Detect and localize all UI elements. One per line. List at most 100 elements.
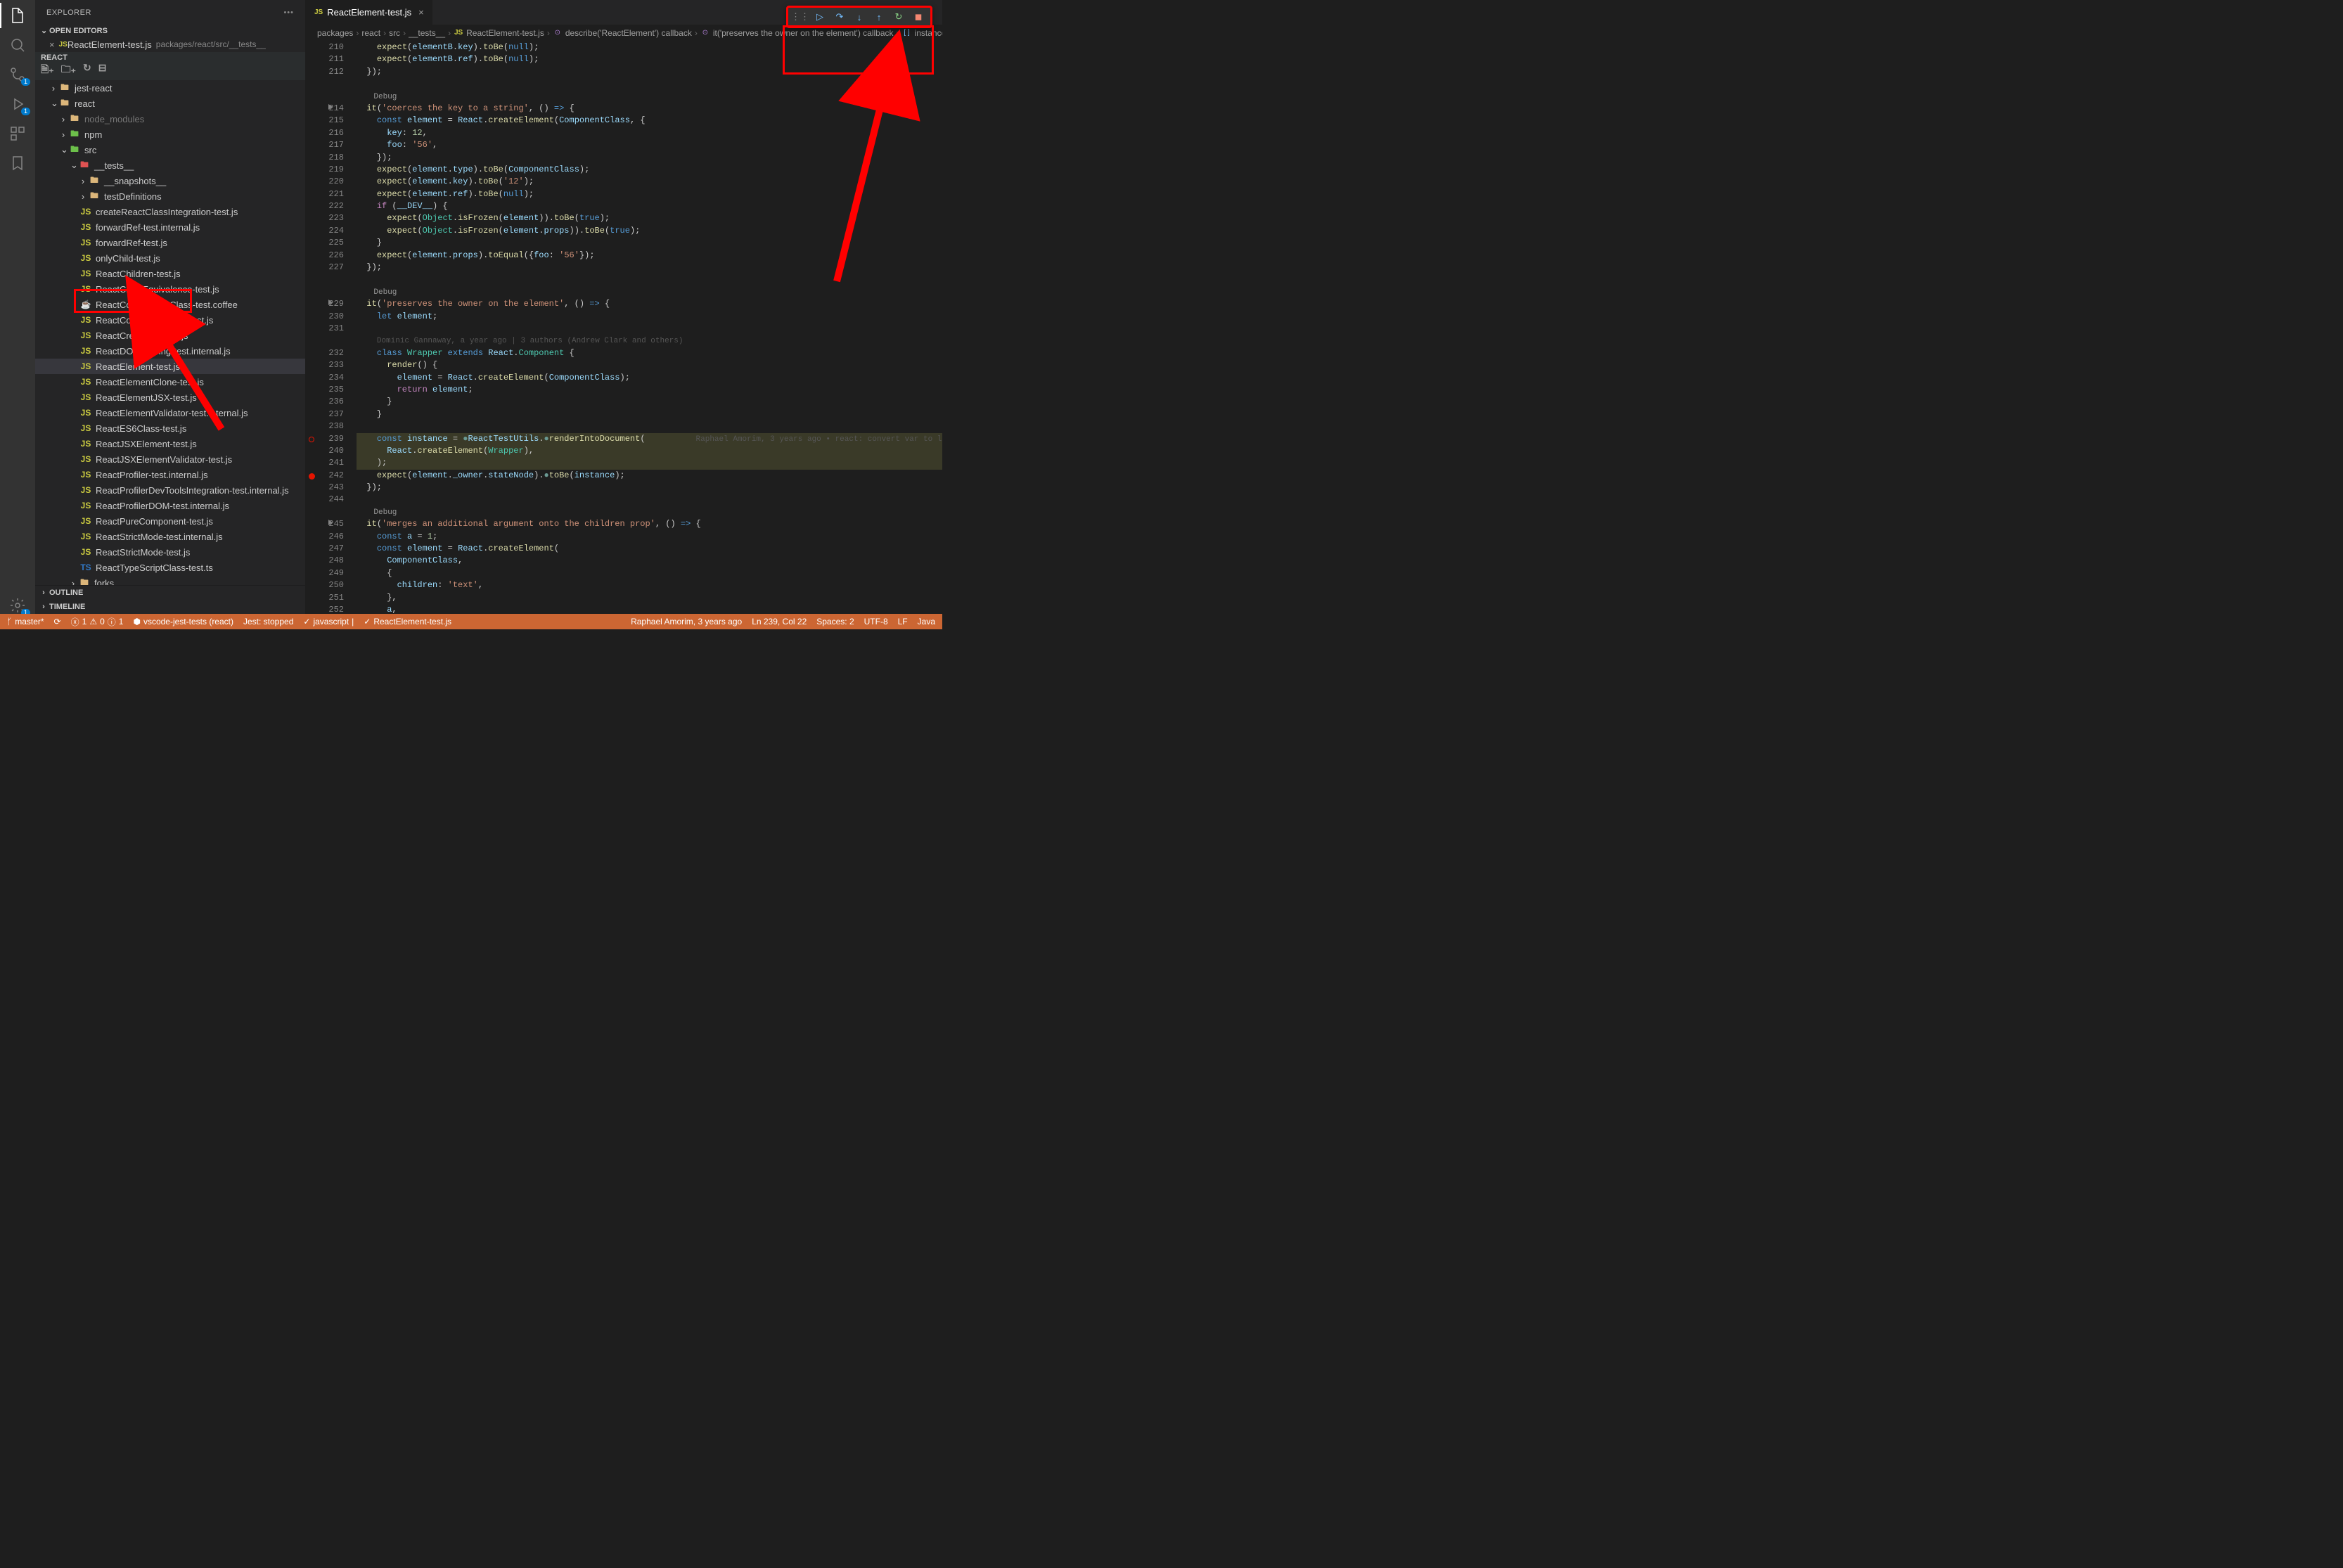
settings-gear-icon[interactable]: 1 (9, 597, 26, 614)
code-line[interactable] (357, 323, 942, 335)
code-line[interactable]: ); (357, 457, 942, 469)
cursor-position[interactable]: Ln 239, Col 22 (752, 617, 807, 626)
folder-row[interactable]: ⌄🖿src (35, 142, 305, 158)
file-row[interactable]: ☕ReactCoffeeScriptClass-test.coffee (35, 297, 305, 312)
more-icon[interactable]: ••• (283, 8, 294, 17)
file-row[interactable]: JSReactElementClone-test.js (35, 374, 305, 390)
code-line[interactable]: Debug (357, 286, 942, 298)
breadcrumb-item[interactable]: packages (317, 28, 353, 38)
code-line[interactable]: if (__DEV__) { (357, 200, 942, 212)
open-editors-header[interactable]: ⌄OPEN EDITORS (35, 25, 305, 37)
code-line[interactable]: }); (357, 66, 942, 78)
file-row[interactable]: JSReactProfiler-test.internal.js (35, 467, 305, 482)
debug-toolbar[interactable]: ⋮⋮ ▷ ↷ ↓ ↑ ↻ ◼ (786, 6, 932, 28)
code-line[interactable]: key: 12, (357, 127, 942, 139)
file-row[interactable]: JSReactProfilerDOM-test.internal.js (35, 498, 305, 513)
file-row[interactable]: JSReactElementValidator-test.internal.js (35, 405, 305, 420)
indent-status[interactable]: Spaces: 2 (816, 617, 854, 626)
scm-icon[interactable]: 1 (9, 66, 26, 83)
code-line[interactable]: } (357, 237, 942, 249)
breadcrumb-item[interactable]: [ ]instance (902, 28, 942, 38)
branch-indicator[interactable]: ᚶ master* (7, 617, 44, 626)
step-over-icon[interactable]: ↷ (833, 11, 846, 23)
file-row[interactable]: JSReactJSXElementValidator-test.js (35, 451, 305, 467)
collapse-icon[interactable]: ⊟ (98, 62, 107, 79)
code-line[interactable]: } (357, 396, 942, 408)
code-line[interactable]: return element; (357, 384, 942, 396)
file-row[interactable]: JSReactES6Class-test.js (35, 420, 305, 436)
lang-check[interactable]: ✓ javascript | (303, 617, 354, 626)
breakpoint-icon[interactable] (309, 473, 315, 480)
problems-indicator[interactable]: ⓧ 1 ⚠ 0 ⓘ 1 (71, 616, 124, 628)
breadcrumb-item[interactable]: ⊙describe('ReactElement') callback (553, 28, 692, 38)
code-line[interactable]: a, (357, 604, 942, 614)
run-test-icon[interactable] (328, 520, 333, 525)
search-icon[interactable] (9, 37, 26, 53)
file-row[interactable]: JScreateReactClassIntegration-test.js (35, 204, 305, 219)
folder-row[interactable]: ›🖿forks (35, 575, 305, 585)
sync-icon[interactable]: ⟳ (54, 617, 61, 626)
explorer-icon[interactable] (9, 7, 26, 24)
code-line[interactable]: render() { (357, 359, 942, 371)
code-line[interactable]: expect(elementB.key).toBe(null); (357, 41, 942, 53)
tab-active[interactable]: JS ReactElement-test.js × (306, 0, 433, 25)
code-line[interactable]: expect(element.ref).toBe(null); (357, 188, 942, 200)
code-line[interactable]: }); (357, 482, 942, 494)
restart-icon[interactable]: ↻ (892, 11, 905, 23)
file-row[interactable]: JSforwardRef-test.internal.js (35, 219, 305, 235)
code-line[interactable] (357, 78, 942, 90)
code-line[interactable] (357, 420, 942, 432)
code-line[interactable]: it('preserves the owner on the element',… (357, 298, 942, 310)
code-line[interactable]: expect(element._owner.stateNode).●toBe(i… (357, 470, 942, 482)
code-line[interactable]: Debug (357, 506, 942, 518)
timeline-header[interactable]: ›TIMELINE (35, 600, 305, 614)
file-row[interactable]: JSReactPureComponent-test.js (35, 513, 305, 529)
stop-icon[interactable]: ◼ (912, 11, 925, 23)
folder-row[interactable]: ›🖿npm (35, 127, 305, 142)
code-line[interactable]: { (357, 567, 942, 579)
code-content[interactable]: expect(elementB.key).toBe(null); expect(… (357, 41, 942, 614)
breadcrumb-item[interactable]: react (361, 28, 380, 38)
encoding-status[interactable]: UTF-8 (864, 617, 888, 626)
folder-row[interactable]: ›🖿__snapshots__ (35, 173, 305, 188)
file-row[interactable]: JSReactElementJSX-test.js (35, 390, 305, 405)
file-row[interactable]: JSReactChildren-test.js (35, 266, 305, 281)
breakpoint-unverified-icon[interactable] (309, 437, 314, 442)
code-line[interactable]: foo: '56', (357, 139, 942, 151)
code-line[interactable]: } (357, 409, 942, 420)
code-line[interactable]: ComponentClass, (357, 555, 942, 567)
file-row[interactable]: JSReactProfilerDevToolsIntegration-test.… (35, 482, 305, 498)
breadcrumb-item[interactable]: ⊙it('preserves the owner on the element'… (700, 28, 894, 38)
folder-row[interactable]: ⌄🖿react (35, 96, 305, 111)
open-editor-item[interactable]: × JS ReactElement-test.js packages/react… (35, 37, 305, 52)
file-row[interactable]: JSReactClassEquivalence-test.js (35, 281, 305, 297)
file-row[interactable]: JSReactCreateRef-test.js (35, 328, 305, 343)
refresh-icon[interactable]: ↻ (83, 62, 91, 79)
debug-icon[interactable]: 1 (9, 96, 26, 113)
file-row[interactable]: JSReactStrictMode-test.js (35, 544, 305, 560)
bookmark-icon[interactable] (9, 155, 26, 172)
run-test-icon[interactable] (328, 104, 333, 110)
code-line[interactable]: const element = React.createElement( (357, 543, 942, 555)
file-row[interactable]: TSReactTypeScriptClass-test.ts (35, 560, 305, 575)
breadcrumb-item[interactable]: JSReactElement-test.js (454, 28, 544, 38)
file-tree[interactable]: ›🖿jest-react⌄🖿react›🖿node_modules›🖿npm⌄🖿… (35, 80, 305, 585)
file-row[interactable]: JSReactStrictMode-test.internal.js (35, 529, 305, 544)
new-folder-icon[interactable]: 🗀₊ (61, 62, 76, 79)
code-line[interactable]: Dominic Gannaway, a year ago | 3 authors… (357, 335, 942, 347)
code-line[interactable] (357, 274, 942, 285)
folder-row[interactable]: ›🖿node_modules (35, 111, 305, 127)
code-line[interactable]: const instance = ●ReactTestUtils.●render… (357, 433, 942, 445)
file-row[interactable]: JSReactDOMTracing-test.internal.js (35, 343, 305, 359)
code-line[interactable]: class Wrapper extends React.Component { (357, 347, 942, 359)
drag-handle-icon[interactable]: ⋮⋮ (794, 11, 807, 23)
breadcrumb-item[interactable]: src (389, 28, 400, 38)
continue-icon[interactable]: ▷ (814, 11, 826, 23)
code-line[interactable]: const element = React.createElement(Comp… (357, 115, 942, 127)
code-line[interactable]: }, (357, 592, 942, 604)
file-row[interactable]: JSonlyChild-test.js (35, 250, 305, 266)
code-line[interactable]: }); (357, 262, 942, 274)
new-file-icon[interactable]: 🗎₊ (41, 62, 54, 79)
code-line[interactable]: expect(element.type).toBe(ComponentClass… (357, 164, 942, 176)
code-line[interactable]: expect(Object.isFrozen(element.props)).t… (357, 225, 942, 237)
